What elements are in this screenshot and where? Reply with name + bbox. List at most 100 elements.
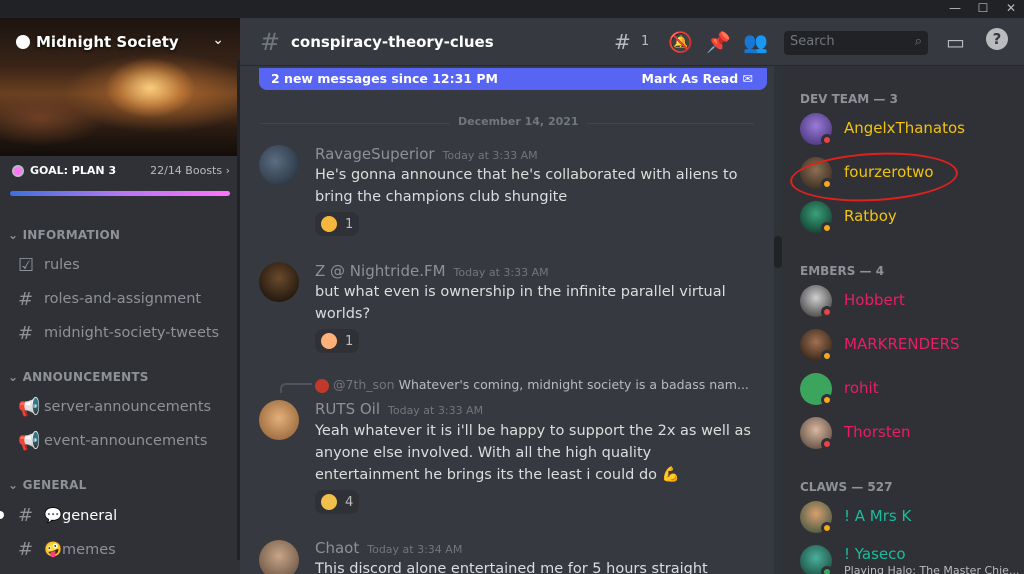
reaction-count: 1 (345, 216, 354, 232)
pin-icon[interactable]: 📌 (706, 30, 731, 54)
close-icon[interactable]: ✕ (998, 0, 1024, 18)
category-announcements[interactable]: ⌄ ANNOUNCEMENTS (8, 370, 149, 384)
timestamp: Today at 3:34 AM (367, 543, 463, 556)
category-label: ANNOUNCEMENTS (22, 370, 149, 384)
avatar[interactable] (259, 145, 299, 185)
member-name: ! Yaseco (844, 545, 906, 563)
channel-header: # conspiracy-theory-clues # 1 🔕 📌 👥 Sear… (240, 18, 1024, 66)
member-name: rohit (844, 379, 879, 397)
member-group-title: DEV TEAM — 3 (800, 92, 898, 106)
message-scrollbar-thumb[interactable] (774, 236, 782, 268)
channel-label: 🤪memes (44, 541, 116, 558)
member-item[interactable]: rohit (790, 369, 1014, 411)
maximize-icon[interactable]: ☐ (970, 0, 996, 18)
channel-label: rules (44, 257, 80, 273)
boost-count-label: 22/14 Boosts (150, 164, 223, 177)
member-name: Hobbert (844, 291, 905, 309)
threads-count: 1 (641, 34, 650, 49)
reply-avatar (315, 378, 329, 393)
username[interactable]: Chaot (315, 539, 359, 557)
member-name: Thorsten (844, 423, 911, 441)
reply-preview[interactable]: @7th_son Whatever's coming, midnight soc… (315, 377, 749, 393)
bell-muted-icon[interactable]: 🔕 (668, 30, 693, 54)
channel-midnight-society-tweets[interactable]: # midnight-society-tweets (8, 317, 232, 349)
avatar[interactable] (259, 262, 299, 302)
message-text: He's gonna announce that he's collaborat… (315, 167, 738, 205)
message-header: Chaot Today at 3:34 AM (315, 539, 462, 557)
emoji-icon (321, 216, 337, 232)
avatar[interactable] (259, 540, 299, 574)
username[interactable]: RUTS Oil (315, 400, 380, 418)
member-name: Ratboy (844, 207, 897, 225)
message-text: Yeah whatever it is i'll be happy to sup… (315, 423, 751, 483)
member-activity: Playing Halo: The Master Chie... (844, 564, 1020, 574)
status-indicator (821, 306, 833, 318)
boost-gem-icon (12, 164, 24, 177)
reaction[interactable]: 4 (315, 490, 359, 514)
channel-memes[interactable]: # 🤪memes (8, 533, 232, 565)
channel-general[interactable]: # 💬general (8, 499, 232, 531)
reaction-count: 1 (345, 333, 354, 349)
message-text: but what even is ownership in the infini… (315, 284, 726, 322)
new-messages-bar[interactable]: 2 new messages since 12:31 PM Mark As Re… (259, 68, 767, 90)
channel-label: 💬general (44, 507, 118, 524)
channel-roles-and-assignment[interactable]: # roles-and-assignment (8, 283, 232, 315)
channel-event-announcements[interactable]: 📢 event-announcements (8, 425, 232, 457)
category-information[interactable]: ⌄ INFORMATION (8, 228, 120, 242)
channel-server-announcements[interactable]: 📢 server-announcements (8, 391, 232, 423)
hash-icon: # (18, 538, 34, 560)
megaphone-icon: 📢 (18, 430, 41, 452)
unread-indicator (0, 511, 4, 519)
server-name: Midnight Society (36, 33, 179, 51)
member-item[interactable]: MARKRENDERS (790, 325, 1014, 367)
status-indicator (821, 222, 833, 234)
message-header: RavageSuperior Today at 3:33 AM (315, 145, 538, 163)
mark-as-read-button[interactable]: Mark As Read ✉ (642, 71, 753, 86)
username[interactable]: RavageSuperior (315, 145, 435, 163)
minimize-icon[interactable]: — (942, 0, 968, 18)
hash-icon: # (18, 288, 34, 310)
reply-connector (280, 383, 312, 393)
member-list-icon[interactable]: 👥 (743, 30, 768, 54)
message-list: 2 new messages since 12:31 PM Mark As Re… (240, 66, 780, 574)
reaction[interactable]: 1 (315, 329, 359, 353)
chevron-down-icon[interactable]: ⌄ (212, 32, 224, 48)
help-icon[interactable]: ? (986, 28, 1008, 50)
timestamp: Today at 3:33 AM (388, 404, 484, 417)
reply-username: @7th_son (333, 377, 395, 392)
member-item[interactable]: AngelxThanatos (790, 109, 1014, 151)
threads-icon[interactable]: # (614, 30, 631, 54)
reaction[interactable]: 1 (315, 212, 359, 236)
window-titlebar: — ☐ ✕ (0, 0, 1024, 18)
member-item[interactable]: ! Yaseco Playing Halo: The Master Chie... (790, 541, 1019, 574)
member-item[interactable]: Thorsten (790, 413, 1014, 455)
timestamp: Today at 3:33 AM (453, 266, 549, 279)
member-item[interactable]: ! A Mrs K (790, 497, 1014, 539)
boost-count[interactable]: 22/14 Boosts › (150, 164, 230, 177)
status-indicator (821, 134, 833, 146)
category-general[interactable]: ⌄ GENERAL (8, 478, 87, 492)
channel-label: midnight-society-tweets (44, 325, 220, 341)
server-icon (16, 35, 30, 49)
search-input[interactable]: Search ⌕ (784, 31, 928, 55)
megaphone-icon: 📢 (18, 396, 41, 418)
channel-rules[interactable]: ☑ rules (8, 249, 232, 281)
avatar[interactable] (259, 400, 299, 440)
search-icon: ⌕ (914, 34, 922, 49)
hash-icon: # (260, 28, 281, 56)
member-item[interactable]: Hobbert (790, 281, 1014, 323)
member-name: ! A Mrs K (844, 507, 912, 525)
message-scrollbar-track[interactable] (774, 66, 782, 574)
timestamp: Today at 3:33 AM (442, 149, 538, 162)
member-item[interactable]: Ratboy (790, 197, 1014, 239)
channel-sidebar: Midnight Society ⌄ GOAL: PLAN 3 22/14 Bo… (0, 18, 240, 574)
status-indicator (821, 438, 833, 450)
member-list: DEV TEAM — 3 AngelxThanatos fourzerotwo … (782, 66, 1024, 574)
username[interactable]: Z @ Nightride.FM (315, 262, 446, 280)
status-indicator (821, 350, 833, 362)
server-header[interactable]: Midnight Society ⌄ (0, 18, 240, 66)
category-label: INFORMATION (22, 228, 121, 242)
inbox-icon[interactable]: ▭ (946, 30, 965, 54)
hash-icon: # (18, 504, 34, 526)
boost-progress-bar (10, 191, 230, 196)
